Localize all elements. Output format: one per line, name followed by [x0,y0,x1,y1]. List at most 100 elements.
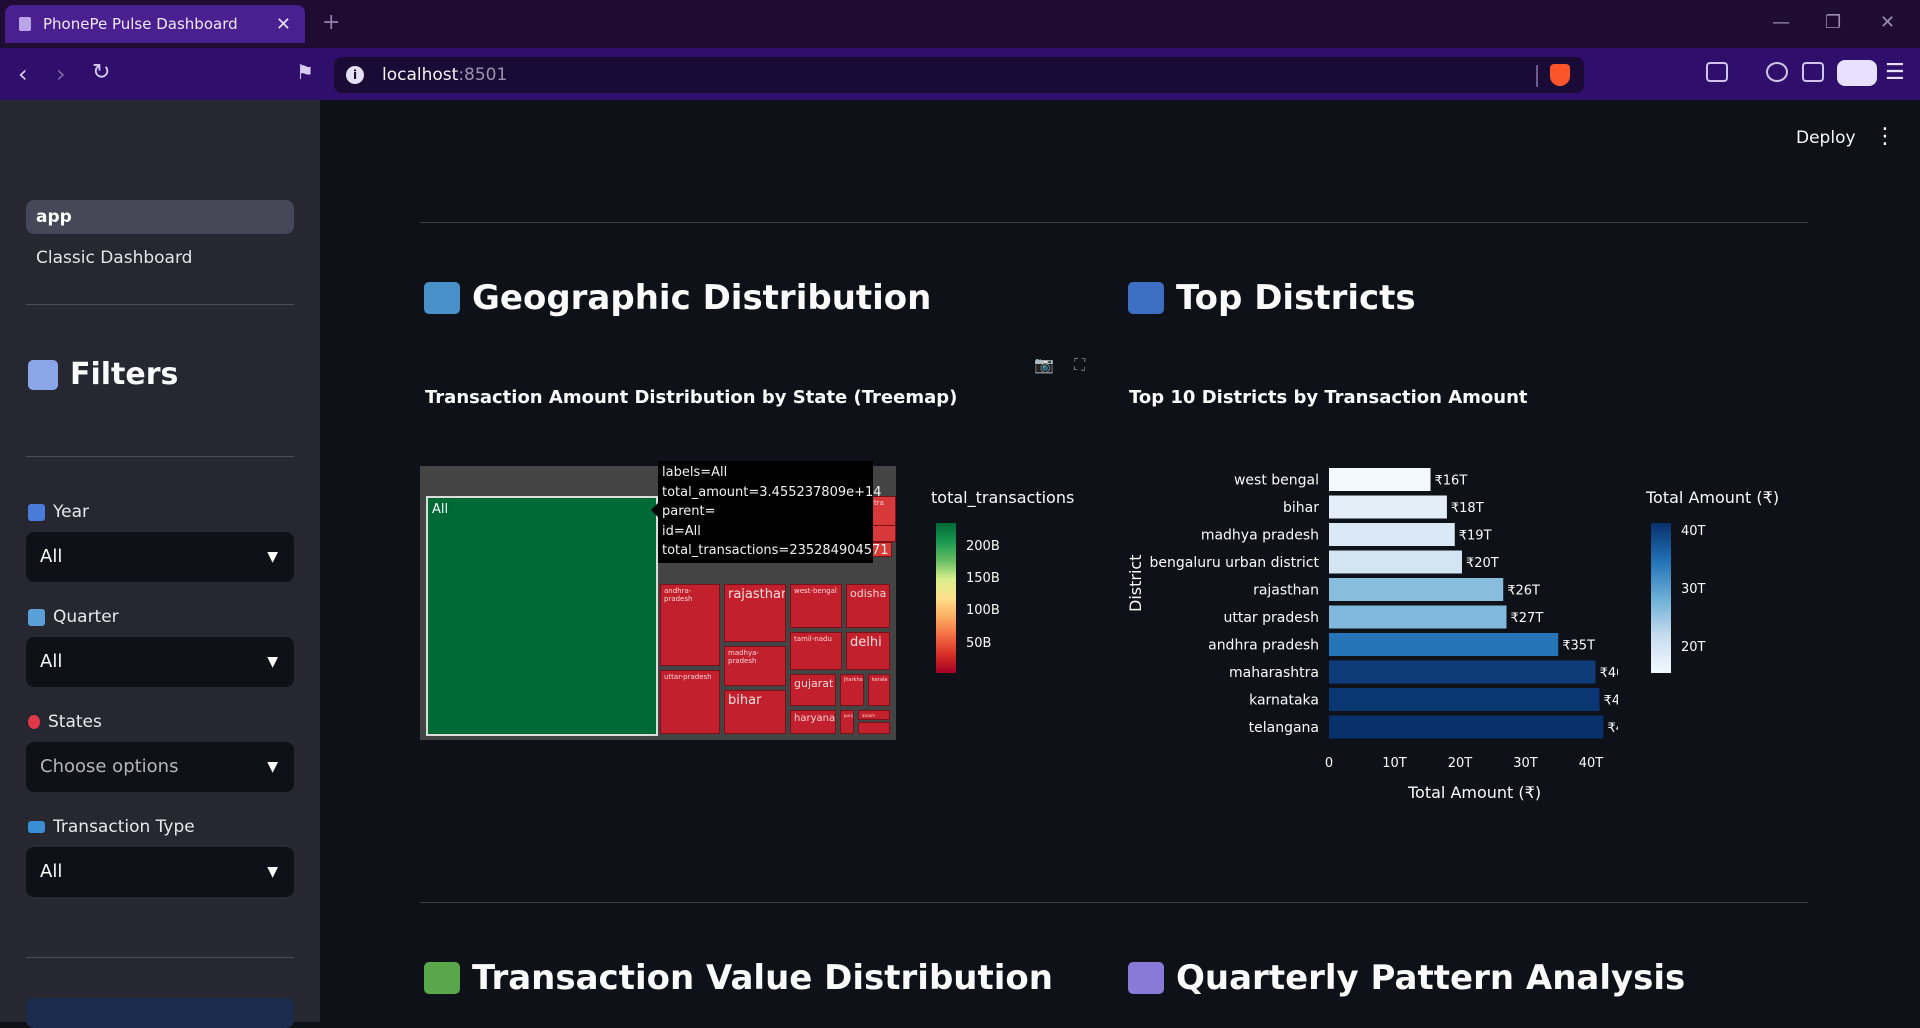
treemap-cell[interactable]: odisha [846,584,890,628]
main-menu-icon[interactable]: ⋮ [1874,124,1896,149]
transaction-type-select[interactable]: All ▼ [26,847,294,897]
colorbar-tick: 40T [1681,524,1706,539]
bar-telangana[interactable] [1329,715,1604,739]
treemap-cell[interactable]: delhi [846,632,890,670]
section-divider [420,222,1808,223]
y-tick-label: west bengal [1234,473,1319,489]
bar-bengaluru-urban-district[interactable] [1329,550,1462,574]
tab-title: PhonePe Pulse Dashboard [43,15,238,33]
treemap-cell[interactable]: madhya-pradesh [724,646,786,686]
treemap-cell[interactable]: haryana [790,710,836,734]
section-divider [420,902,1808,903]
wallet-icon[interactable] [1837,60,1877,86]
calendar-icon [28,503,45,521]
chevron-down-icon: ▼ [267,654,278,670]
districts-heading: Top Districts [1128,278,1416,318]
x-tick-label: 0 [1325,756,1333,771]
y-tick-label: maharashtra [1229,665,1319,681]
bar-maharashtra[interactable] [1329,660,1596,684]
treemap-cell[interactable]: assam [858,710,890,720]
restore-icon[interactable]: ❐ [1825,12,1841,33]
districts-chart-title: Top 10 Districts by Transaction Amount [1129,387,1528,408]
close-window-icon[interactable]: ✕ [1880,12,1895,33]
leo-icon[interactable] [1766,62,1788,82]
treemap-cell[interactable] [858,722,890,734]
site-info-icon[interactable]: i [346,66,364,84]
bar-madhya-pradesh[interactable] [1329,523,1455,546]
colorbar-tick: 30T [1681,582,1706,597]
browser-menu-icon[interactable]: ☰ [1885,60,1905,85]
reader-icon[interactable] [1706,62,1728,82]
quarterly-heading: Quarterly Pattern Analysis [1128,958,1685,998]
brave-shields-icon[interactable] [1550,64,1570,86]
address-bar[interactable]: i localhost:8501 [334,57,1584,93]
treemap-cell[interactable]: punjab [840,710,854,734]
y-tick-label: bihar [1283,500,1319,516]
treemap-cell[interactable]: tra [870,496,896,526]
bar-west-bengal[interactable] [1329,468,1431,491]
y-tick-label: karnataka [1249,693,1319,709]
geo-heading: Geographic Distribution [424,278,931,318]
close-tab-icon[interactable]: ✕ [276,14,291,35]
sidebar-toggle-icon[interactable] [1802,62,1824,82]
fullscreen-icon[interactable]: ⛶ [1074,355,1085,375]
url-text[interactable]: localhost:8501 [382,65,507,85]
bar-uttar-pradesh[interactable] [1329,605,1507,629]
quarter-select[interactable]: All ▼ [26,637,294,687]
sidebar-divider [26,304,294,305]
back-icon[interactable]: ‹ [18,60,28,88]
treemap-root[interactable]: All [426,496,658,736]
treemap-cell[interactable]: uttar-pradesh [660,670,720,734]
treemap-cell[interactable]: tamil-nadu [790,632,842,670]
bar-rajasthan[interactable] [1329,578,1504,601]
year-select[interactable]: All ▼ [26,532,294,582]
treemap-colorbar-title: total_transactions [931,488,1075,507]
treemap-cell[interactable]: kerala [868,674,890,706]
bar-andhra-pradesh[interactable] [1329,633,1559,656]
value-heading: Transaction Value Distribution [424,958,1053,998]
tooltip-pointer [651,503,658,517]
bookmark-icon[interactable]: ⚑ [296,60,314,84]
reload-icon[interactable]: ↻ [92,60,110,85]
deploy-button[interactable]: Deploy [1796,128,1856,148]
filters-heading: Filters [28,357,178,392]
transaction-type-label: Transaction Type [28,817,195,837]
bar-value-label: ₹26T [1507,584,1540,599]
forward-icon[interactable]: › [56,60,66,88]
bar-value-label: ₹27T [1511,611,1544,626]
bar-value-label: ₹20T [1466,556,1499,571]
sidebar-info-box [26,998,294,1028]
bar-bihar[interactable] [1329,495,1447,519]
y-tick-label: andhra pradesh [1208,638,1319,654]
address-divider [1536,65,1538,87]
treemap-colorbar [936,523,956,673]
y-axis-title: District [1126,554,1145,612]
year-label: Year [28,502,89,522]
y-tick-label: madhya pradesh [1201,528,1319,544]
calendar-icon [1128,962,1164,994]
treemap-cell[interactable]: gujarat [790,674,836,706]
sidebar-item-classic-dashboard[interactable]: Classic Dashboard [26,241,294,275]
sidebar-item-app[interactable]: app [26,200,294,234]
bar-value-label: ₹35T [1562,639,1595,654]
x-tick-label: 20T [1448,756,1473,771]
states-multiselect[interactable]: Choose options ▼ [26,742,294,792]
pin-icon [28,715,40,729]
tooltip-line: total_amount=3.455237809e+14 [662,484,882,500]
treemap-title: Transaction Amount Distribution by State… [425,387,958,408]
treemap-cell[interactable]: jharkhand [840,674,864,706]
treemap-cell[interactable]: andhra-pradesh [660,584,720,666]
colorbar-tick: 50B [966,636,992,651]
browser-tab-bar: PhonePe Pulse Dashboard ✕ + — ❐ ✕ [0,0,1920,48]
browser-tab[interactable]: PhonePe Pulse Dashboard ✕ [5,5,305,43]
treemap-cell[interactable]: bihar [724,690,786,734]
new-tab-icon[interactable]: + [322,10,340,35]
treemap-cell[interactable]: rajasthan [724,584,786,642]
y-tick-label: telangana [1249,720,1319,736]
camera-icon[interactable]: 📷 [1034,355,1054,374]
minimize-icon[interactable]: — [1772,12,1790,33]
bar-colorbar [1651,523,1671,673]
treemap-cell[interactable]: west-bengal [790,584,842,628]
bar-karnataka[interactable] [1329,688,1600,711]
districts-bar-chart[interactable]: ₹16T ₹18T ₹19T ₹20T ₹26T ₹27T ₹35T ₹40 ₹41 ₹4 west… [1120,450,1620,810]
